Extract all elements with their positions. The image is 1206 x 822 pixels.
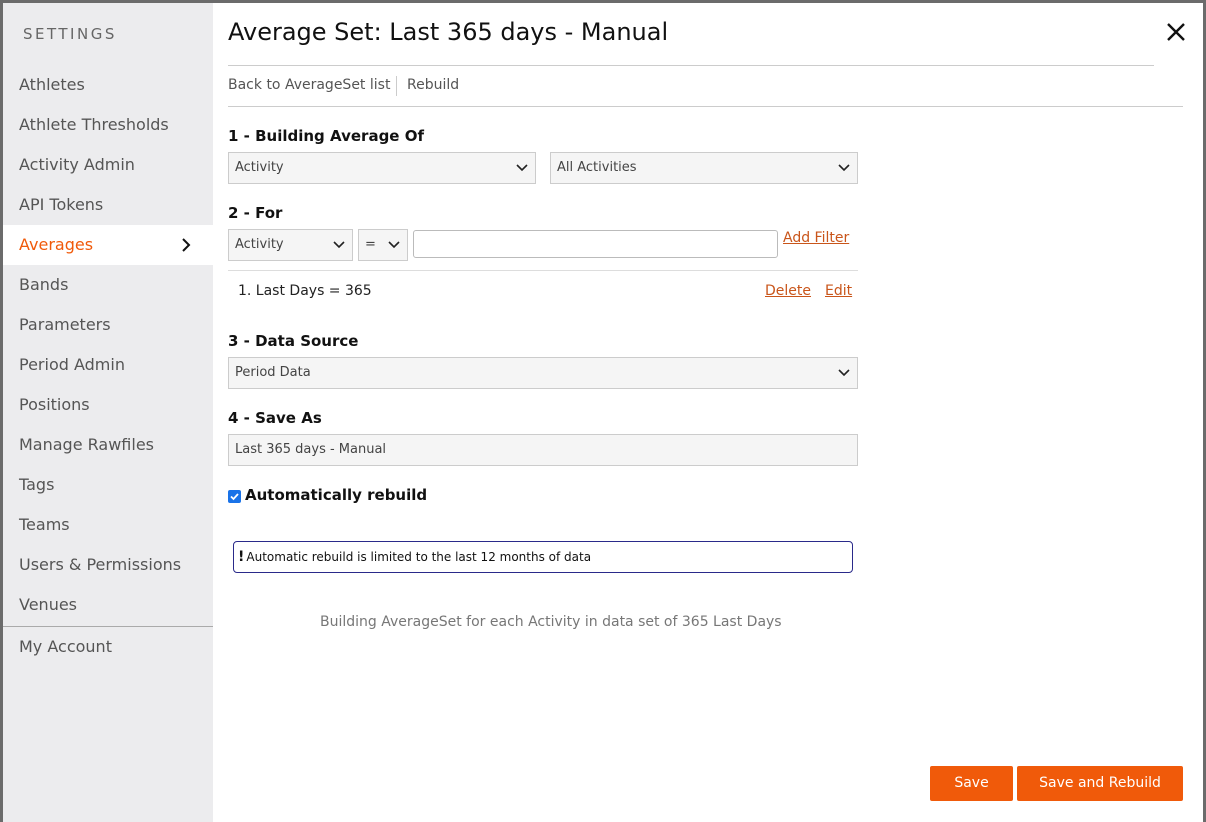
add-filter-link[interactable]: Add Filter	[783, 230, 849, 246]
settings-modal: SETTINGS Athletes Athlete Thresholds Act…	[3, 3, 1203, 822]
sidebar-item-manage-rawfiles[interactable]: Manage Rawfiles	[3, 425, 213, 465]
select-value: =	[365, 237, 376, 252]
average-scope-select[interactable]: All Activities	[550, 152, 858, 184]
sidebar-item-teams[interactable]: Teams	[3, 505, 213, 545]
filter-operator-select[interactable]: =	[358, 229, 408, 261]
sidebar-item-my-account[interactable]: My Account	[3, 627, 213, 667]
build-summary-text: Building AverageSet for each Activity in…	[320, 614, 782, 630]
section-for: 2 - For	[228, 204, 283, 222]
title-divider	[228, 65, 1154, 66]
save-as-input[interactable]: Last 365 days - Manual	[228, 434, 858, 466]
filter-list-item: 1. Last Days = 365	[238, 283, 372, 299]
section-data-source: 3 - Data Source	[228, 332, 359, 350]
chevron-down-icon	[838, 164, 850, 172]
section-building-average-of: 1 - Building Average Of	[228, 127, 424, 145]
filter-divider	[228, 270, 858, 271]
sidebar-item-positions[interactable]: Positions	[3, 385, 213, 425]
sidebar-item-label: Bands	[19, 275, 69, 294]
page-title: Average Set: Last 365 days - Manual	[228, 18, 669, 46]
sidebar-item-averages[interactable]: Averages	[3, 225, 213, 265]
sidebar-item-label: Manage Rawfiles	[19, 435, 154, 454]
sidebar-item-label: Tags	[19, 475, 55, 494]
select-value: Period Data	[235, 365, 311, 380]
exclamation-icon: !	[238, 549, 245, 565]
chevron-down-icon	[333, 241, 345, 249]
close-icon[interactable]	[1165, 21, 1187, 43]
checkmark-icon	[230, 493, 239, 501]
sidebar-item-period-admin[interactable]: Period Admin	[3, 345, 213, 385]
data-source-select[interactable]: Period Data	[228, 357, 858, 389]
filter-field-select[interactable]: Activity	[228, 229, 353, 261]
sidebar-item-users-permissions[interactable]: Users & Permissions	[3, 545, 213, 585]
sidebar-item-label: Teams	[19, 515, 70, 534]
sidebar-item-parameters[interactable]: Parameters	[3, 305, 213, 345]
save-button[interactable]: Save	[930, 766, 1013, 801]
alert-text: Automatic rebuild is limited to the last…	[246, 550, 592, 564]
sidebar-item-bands[interactable]: Bands	[3, 265, 213, 305]
average-type-select[interactable]: Activity	[228, 152, 536, 184]
section-save-as: 4 - Save As	[228, 409, 322, 427]
select-value: Activity	[235, 160, 284, 175]
sidebar-item-label: My Account	[19, 637, 112, 656]
links-divider	[228, 106, 1183, 107]
sidebar-header: SETTINGS	[23, 25, 117, 43]
sidebar-item-label: Positions	[19, 395, 90, 414]
sidebar-item-label: API Tokens	[19, 195, 104, 214]
save-and-rebuild-button[interactable]: Save and Rebuild	[1017, 766, 1183, 801]
sidebar-item-label: Activity Admin	[19, 155, 135, 174]
sidebar-item-label: Users & Permissions	[19, 555, 182, 574]
sidebar-item-athlete-thresholds[interactable]: Athlete Thresholds	[3, 105, 213, 145]
sidebar-item-label: Period Admin	[19, 355, 125, 374]
settings-sidebar: SETTINGS Athletes Athlete Thresholds Act…	[3, 3, 213, 822]
auto-rebuild-label[interactable]: Automatically rebuild	[245, 486, 427, 504]
chevron-down-icon	[838, 369, 850, 377]
sidebar-item-label: Parameters	[19, 315, 111, 334]
sidebar-item-venues[interactable]: Venues	[3, 585, 213, 625]
rebuild-link[interactable]: Rebuild	[407, 77, 459, 93]
delete-filter-link[interactable]: Delete	[765, 283, 811, 299]
chevron-down-icon	[388, 241, 400, 249]
sidebar-item-label: Venues	[19, 595, 78, 614]
chevron-right-icon	[182, 238, 191, 252]
link-separator	[396, 76, 397, 96]
sidebar-item-label: Averages	[19, 235, 94, 254]
edit-filter-link[interactable]: Edit	[825, 283, 852, 299]
back-to-list-link[interactable]: Back to AverageSet list	[228, 77, 390, 93]
sidebar-item-label: Athletes	[19, 75, 85, 94]
select-value: Activity	[235, 237, 284, 252]
rebuild-limit-alert: ! Automatic rebuild is limited to the las…	[233, 541, 853, 573]
sidebar-item-activity-admin[interactable]: Activity Admin	[3, 145, 213, 185]
sidebar-item-api-tokens[interactable]: API Tokens	[3, 185, 213, 225]
select-value: All Activities	[557, 160, 637, 175]
average-set-panel: Average Set: Last 365 days - Manual Back…	[213, 3, 1203, 822]
chevron-down-icon	[516, 164, 528, 172]
sidebar-item-athletes[interactable]: Athletes	[3, 65, 213, 105]
sidebar-item-tags[interactable]: Tags	[3, 465, 213, 505]
sidebar-item-label: Athlete Thresholds	[19, 115, 169, 134]
filter-value-input[interactable]	[413, 230, 778, 258]
auto-rebuild-checkbox[interactable]	[228, 490, 241, 503]
